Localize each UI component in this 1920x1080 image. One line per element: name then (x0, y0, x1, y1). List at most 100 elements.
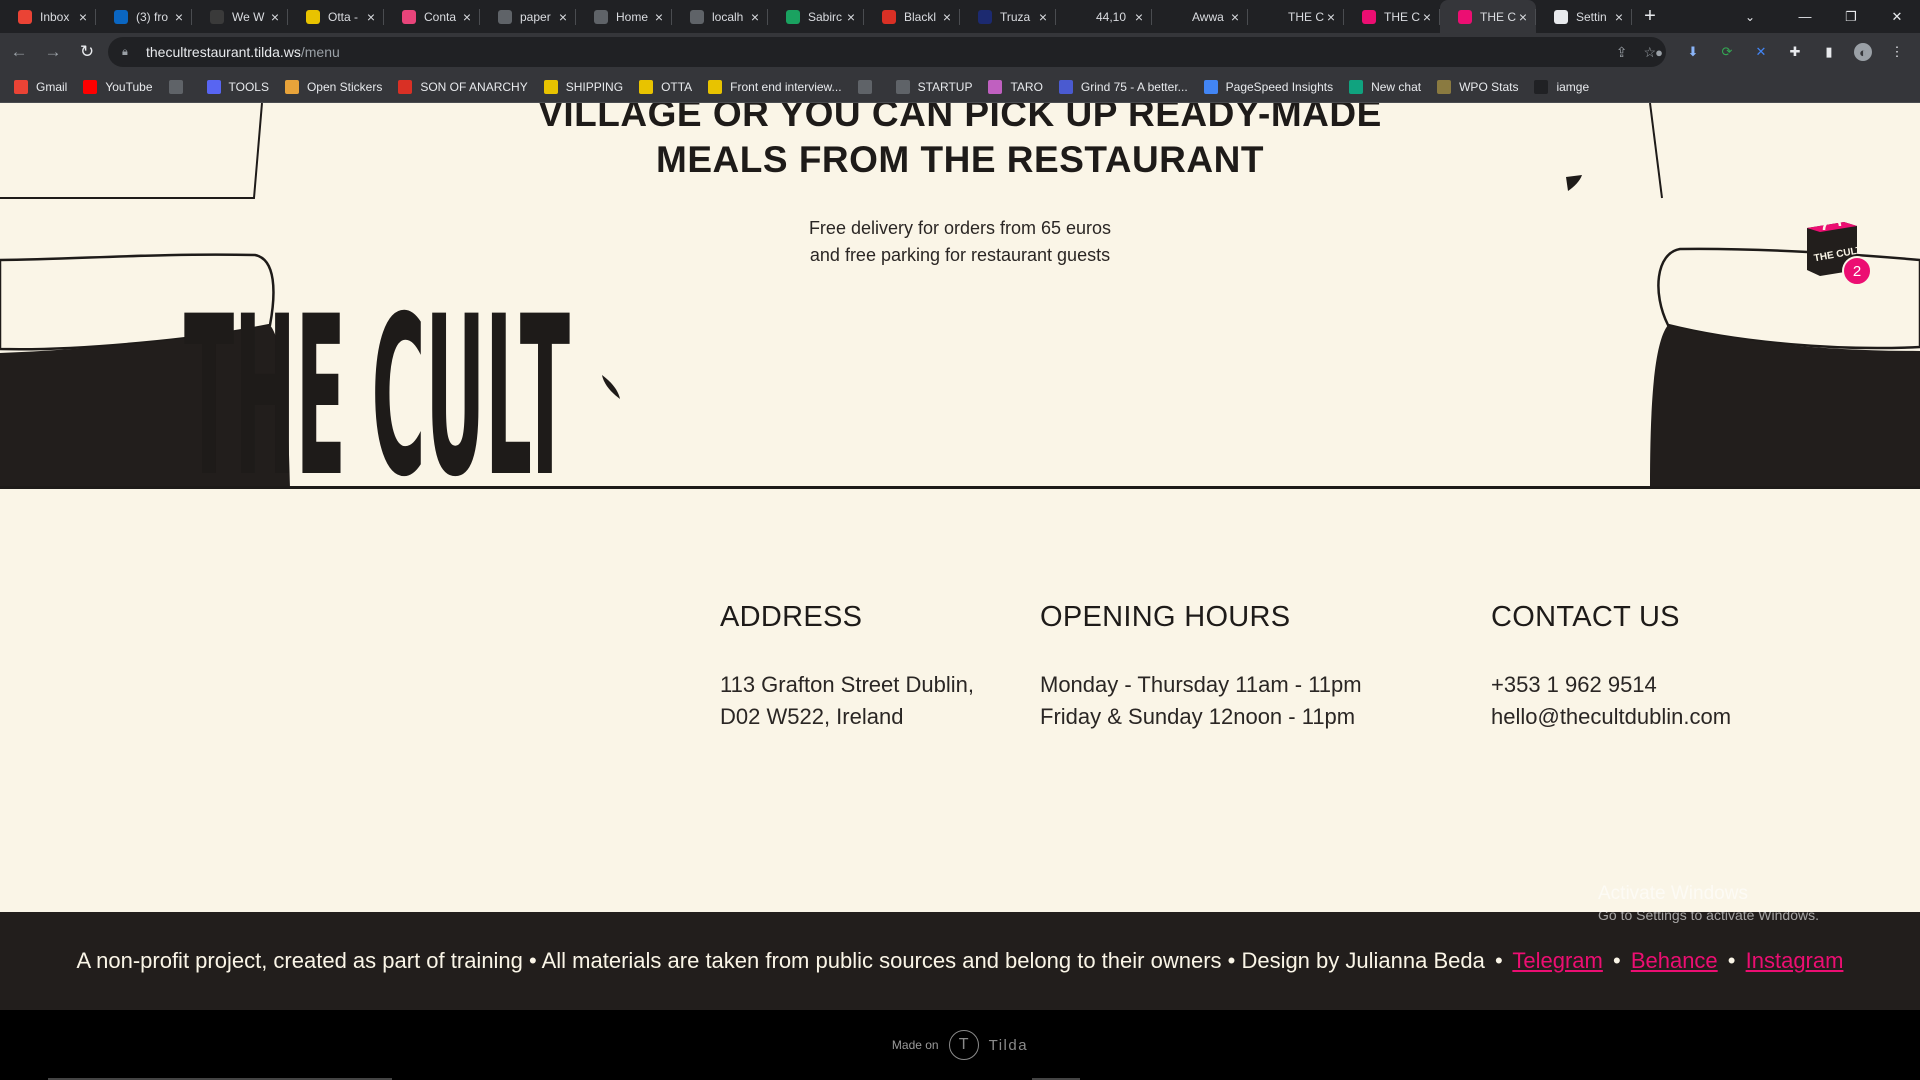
extensions-area: ● ⬇ ⟳ ✕ ✚ ▮ ◐ ⋮ (1650, 37, 1906, 67)
tab-title: Sabirc (808, 9, 843, 24)
sticker-icon (284, 79, 299, 94)
close-tab-icon[interactable]: × (172, 9, 186, 25)
phone-link[interactable]: +353 1 962 9514 (1491, 669, 1731, 701)
close-window-icon[interactable]: ✕ (1874, 0, 1920, 33)
close-tab-icon[interactable]: × (268, 9, 282, 25)
telegram-link[interactable]: Telegram (1512, 948, 1602, 973)
bookmark-label: STARTUP (917, 79, 973, 94)
cart-count-badge[interactable]: 2 (1842, 256, 1872, 286)
minimize-icon[interactable]: — (1782, 0, 1828, 33)
bookmark-item[interactable] (168, 79, 191, 94)
url-text[interactable]: thecultrestaurant.tilda.ws/menu (146, 44, 340, 60)
close-tab-icon[interactable]: × (556, 9, 570, 25)
close-tab-icon[interactable]: × (940, 9, 954, 25)
browser-tab[interactable]: localh × (672, 0, 768, 33)
lock-icon[interactable]: 🔒︎ (122, 46, 134, 58)
browser-tab[interactable]: Blackl × (864, 0, 960, 33)
browser-tab[interactable]: Settin × (1536, 0, 1632, 33)
tab-title: 44,10 (1096, 9, 1127, 24)
bookmark-item[interactable]: TARO (988, 79, 1043, 94)
is-icon (1074, 9, 1088, 24)
close-tab-icon[interactable]: × (364, 9, 378, 25)
awwwards-icon (1266, 9, 1280, 24)
restore-icon[interactable]: ❐ (1828, 0, 1874, 33)
bookmark-item[interactable]: SON OF ANARCHY (398, 79, 528, 94)
tab-search-icon[interactable]: ⌄ (1730, 0, 1770, 33)
bookmark-item[interactable]: STARTUP (895, 79, 973, 94)
close-tab-icon[interactable]: × (1036, 9, 1050, 25)
bookmark-item[interactable] (857, 79, 880, 94)
bookmark-label: Gmail (36, 79, 68, 94)
extension-icon[interactable]: ● (1650, 43, 1668, 61)
list-icon (895, 79, 910, 94)
bookmark-item[interactable]: Gmail (14, 79, 68, 94)
globe-icon (498, 9, 512, 24)
globe-icon (690, 9, 704, 24)
browser-tab[interactable]: Awwa × (1152, 0, 1248, 33)
email-link[interactable]: hello@thecultdublin.com (1491, 701, 1731, 733)
close-tab-icon[interactable]: × (1516, 9, 1530, 25)
download-extension-icon[interactable]: ⬇ (1684, 43, 1702, 61)
share-icon[interactable]: ⇪ (1616, 44, 1628, 61)
sync-extension-icon[interactable]: ⟳ (1718, 43, 1736, 61)
close-tab-icon[interactable]: × (76, 9, 90, 25)
tab-title: (3) fro (136, 9, 169, 24)
made-on-tilda-badge[interactable]: Made on T Tilda (0, 1010, 1920, 1080)
behance-link[interactable]: Behance (1631, 948, 1718, 973)
browser-tab[interactable]: Otta - × (288, 0, 384, 33)
browser-tab[interactable]: paper × (480, 0, 576, 33)
puzzle-icon[interactable]: ✚ (1786, 43, 1804, 61)
reload-icon[interactable]: ↻ (72, 37, 102, 67)
bookmarks-bar: Gmail YouTube TOOLS Open Stickers SON OF ANA… (0, 71, 1920, 103)
close-tab-icon[interactable]: × (1324, 9, 1338, 25)
bookmark-item[interactable]: YouTube (83, 79, 153, 94)
browser-tab[interactable]: THE C × (1344, 0, 1440, 33)
close-tab-icon[interactable]: × (844, 9, 858, 25)
gmail-icon (14, 79, 28, 94)
is-icon (1534, 79, 1549, 94)
browser-tab[interactable]: Inbox × (0, 0, 96, 33)
the-cult-logo[interactable]: THE CULT (184, 301, 570, 477)
browser-tab[interactable]: THE C × (1248, 0, 1344, 33)
bookmark-item[interactable]: Front end interview... (708, 79, 842, 94)
tilda-icon (1362, 9, 1376, 24)
forward-icon[interactable]: → (38, 37, 68, 67)
instagram-link[interactable]: Instagram (1746, 948, 1844, 973)
bookmark-label: Open Stickers (306, 79, 383, 94)
address-bar[interactable]: 🔒︎ thecultrestaurant.tilda.ws/menu ⇪ ☆ (108, 37, 1666, 67)
browser-tab[interactable]: (3) fro × (96, 0, 192, 33)
bookmark-item[interactable]: WPO Stats (1437, 79, 1518, 94)
tools-extension-icon[interactable]: ✕ (1752, 43, 1770, 61)
profile-avatar-icon[interactable]: ◐ (1854, 43, 1872, 61)
bookmark-item[interactable]: Grind 75 - A better... (1058, 79, 1188, 94)
close-tab-icon[interactable]: × (748, 9, 762, 25)
bookmark-item[interactable]: TOOLS (206, 79, 269, 94)
close-tab-icon[interactable]: × (1132, 9, 1146, 25)
browser-tab[interactable]: 44,10 × (1056, 0, 1152, 33)
awwwards-icon (1170, 9, 1184, 24)
browser-tab[interactable]: Sabirc × (768, 0, 864, 33)
close-tab-icon[interactable]: × (1612, 9, 1626, 25)
otta-icon (639, 79, 654, 94)
close-tab-icon[interactable]: × (1420, 9, 1434, 25)
close-tab-icon[interactable]: × (652, 9, 666, 25)
bookmark-item[interactable]: New chat (1349, 79, 1421, 94)
browser-tab[interactable]: Truza × (960, 0, 1056, 33)
bookmark-item[interactable]: SHIPPING (543, 79, 623, 94)
back-icon[interactable]: ← (4, 37, 34, 67)
tilda-brand: Tilda (988, 1036, 1029, 1054)
side-panel-icon[interactable]: ▮ (1820, 43, 1838, 61)
browser-tab[interactable]: Conta × (384, 0, 480, 33)
new-tab-button[interactable]: + (1632, 0, 1668, 33)
bookmark-item[interactable]: Open Stickers (284, 79, 383, 94)
close-tab-icon[interactable]: × (460, 9, 474, 25)
browser-tab[interactable]: Home × (576, 0, 672, 33)
browser-tab[interactable]: We W × (192, 0, 288, 33)
menu-kebab-icon[interactable]: ⋮ (1888, 43, 1906, 61)
close-tab-icon[interactable]: × (1228, 9, 1242, 25)
bookmark-item[interactable]: PageSpeed Insights (1203, 79, 1333, 94)
bookmark-item[interactable]: OTTA (639, 79, 692, 94)
bookmark-item[interactable]: iamge (1534, 79, 1589, 94)
browser-tab[interactable]: THE C × (1440, 0, 1536, 33)
tab-title: Inbox (40, 9, 70, 24)
